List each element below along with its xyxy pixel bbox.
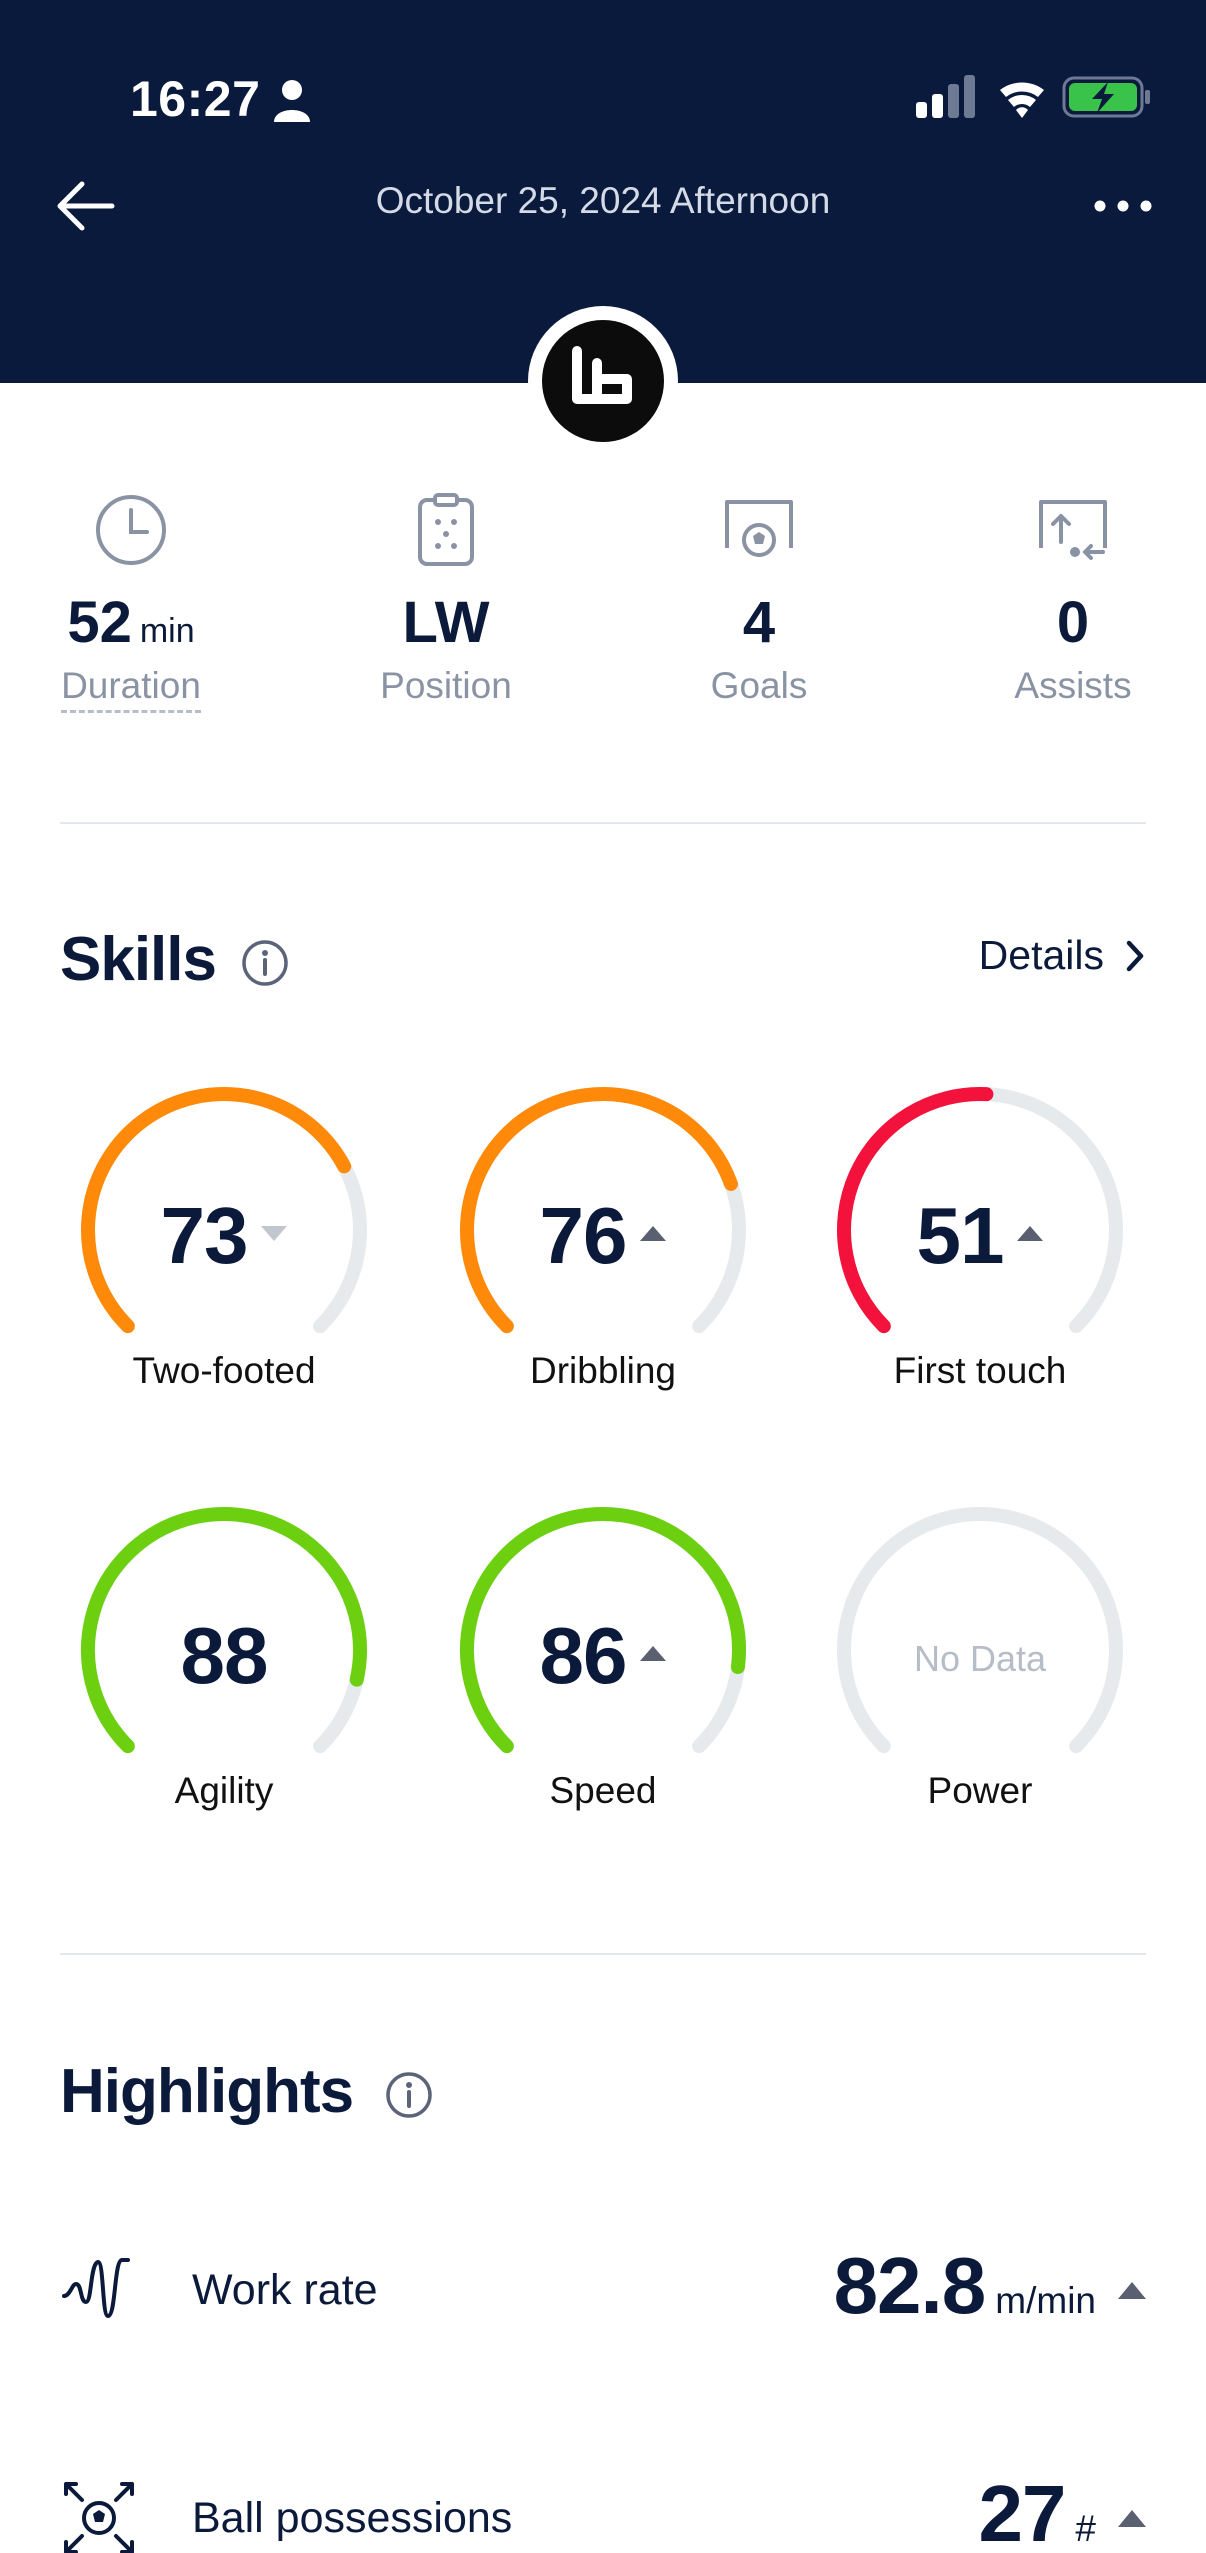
stat-assists: 0 Assists (916, 490, 1206, 708)
trend-up-icon (640, 1226, 667, 1242)
brand-logo (528, 306, 678, 456)
highlight-work-rate[interactable]: Work rate 82.8 m/min (60, 2230, 1146, 2350)
status-indicators (916, 75, 1150, 118)
gauge-first-touch[interactable]: 51 First touch (820, 1080, 1140, 1410)
chevron-right-icon (1126, 940, 1144, 971)
gauge-agility[interactable]: 88 Agility (64, 1500, 384, 1830)
assist-icon (1039, 500, 1107, 560)
highlight-label: Ball possessions (192, 2494, 513, 2542)
highlight-label: Work rate (192, 2266, 378, 2314)
battery-icon (1062, 76, 1150, 118)
divider (60, 1953, 1146, 1955)
clock-icon (96, 495, 166, 565)
gauge-value: 86 (443, 1610, 763, 1702)
stat-position: LW Position (289, 490, 603, 708)
stat-value: 52 min (67, 590, 195, 655)
stat-value: 4 (742, 590, 776, 655)
more-options-icon[interactable] (1090, 186, 1156, 226)
trend-up-icon (640, 1646, 667, 1662)
status-time: 16:27 (130, 71, 261, 127)
gauge-power[interactable]: No Data Power (820, 1500, 1140, 1830)
stat-label: Assists (1014, 665, 1132, 706)
stat-goals: 4 Goals (602, 490, 916, 708)
gauge-two-footed[interactable]: 73 Two-footed (64, 1080, 384, 1410)
person-icon (274, 80, 310, 122)
stat-value: LW (402, 590, 490, 655)
signal-icon (916, 75, 975, 118)
logo-mark-icon (572, 346, 632, 404)
highlight-value: 82.8 m/min (833, 2241, 1096, 2330)
stat-label: Duration (0, 664, 288, 713)
stat-label: Goals (710, 665, 808, 706)
session-stats: 52 min Duration LW Position 4 Goals 0 Ass (0, 490, 1206, 750)
stat-label: Position (380, 665, 512, 706)
gauge-arc (837, 1507, 1123, 1754)
stat-duration[interactable]: 52 min Duration (0, 490, 288, 713)
info-icon[interactable] (384, 2070, 434, 2120)
clipboard-icon (418, 493, 474, 566)
gauge-value: 88 (180, 1611, 269, 1700)
goal-icon (725, 500, 793, 557)
work-rate-icon (62, 2258, 130, 2319)
gauge-value: 51 (820, 1190, 1140, 1282)
stat-value: 0 (1056, 590, 1090, 655)
wifi-icon (1000, 82, 1044, 118)
gauge-label: Dribbling (529, 1350, 676, 1391)
gauge-label: Power (927, 1770, 1033, 1811)
highlight-ball-possessions[interactable]: Ball possessions 27 # (60, 2458, 1146, 2553)
gauge-dribbling[interactable]: 76 Dribbling (443, 1080, 763, 1410)
info-icon[interactable] (240, 938, 290, 988)
logo-badge (542, 320, 664, 442)
gauge-label: Agility (174, 1770, 274, 1811)
details-link[interactable]: Details (979, 932, 1146, 979)
gauge-no-data: No Data (913, 1638, 1047, 1679)
gauge-speed[interactable]: 86 Speed (443, 1500, 763, 1830)
trend-down-icon (261, 1226, 288, 1242)
divider (60, 822, 1146, 824)
highlight-value: 27 # (978, 2469, 1096, 2553)
gauge-label: Speed (549, 1770, 657, 1811)
trend-up-icon (1118, 2510, 1146, 2527)
gauge-value: 76 (443, 1190, 763, 1282)
trend-up-icon (1017, 1226, 1044, 1242)
gauge-value: 73 (64, 1190, 384, 1282)
details-label: Details (978, 932, 1104, 978)
highlights-title: Highlights (60, 2057, 354, 2126)
session-title: October 25, 2024 Afternoon (375, 180, 831, 221)
trend-up-icon (1118, 2282, 1146, 2299)
skills-title: Skills (60, 925, 217, 994)
ball-possession-icon (64, 2482, 134, 2553)
gauge-label: First touch (893, 1350, 1067, 1391)
gauge-label: Two-footed (132, 1350, 316, 1391)
